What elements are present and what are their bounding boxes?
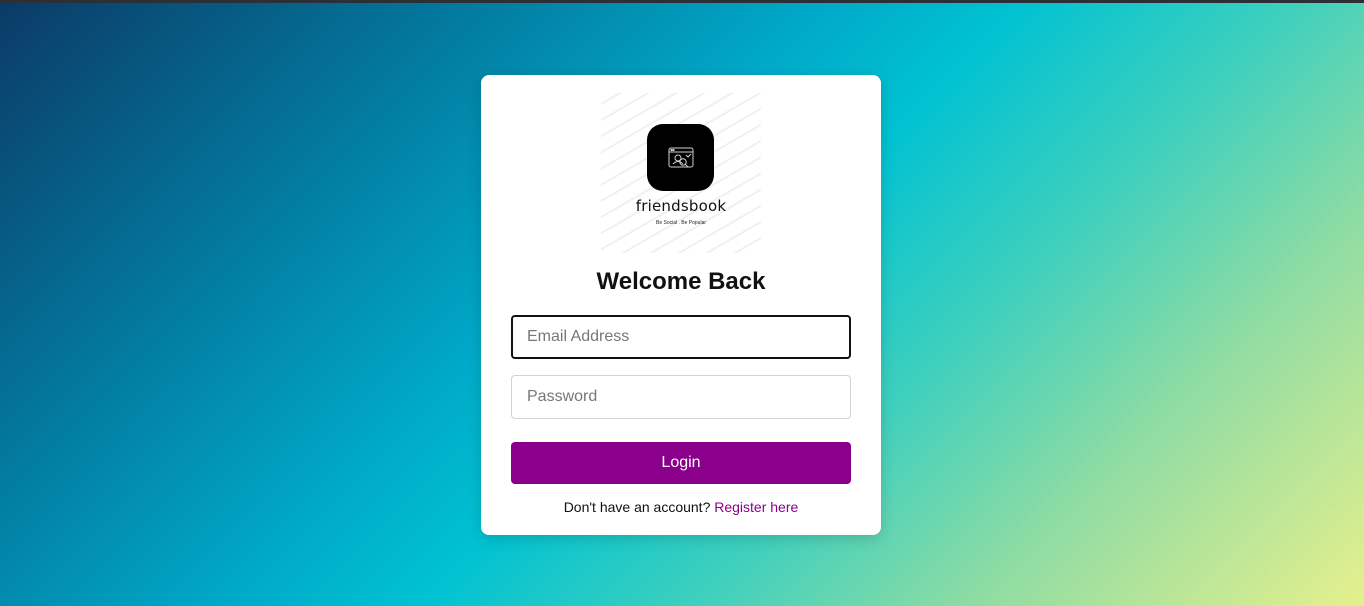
browser-user-icon — [668, 147, 693, 167]
login-button[interactable]: Login — [511, 442, 851, 484]
page-title: Welcome Back — [596, 268, 766, 295]
top-bar — [0, 0, 1364, 3]
login-card: friendsbook Be Social . Be Popular Welco… — [481, 75, 881, 535]
brand-tagline: Be Social . Be Popular — [655, 220, 707, 226]
app-icon — [647, 124, 714, 191]
password-field[interactable] — [511, 375, 851, 419]
register-prompt-line: Don't have an account? Register here — [481, 499, 881, 515]
email-field[interactable] — [511, 315, 851, 359]
register-link[interactable]: Register here — [714, 499, 798, 515]
brand-logo: friendsbook Be Social . Be Popular — [601, 93, 761, 253]
brand-name: friendsbook — [635, 197, 727, 215]
register-prompt: Don't have an account? — [563, 499, 711, 515]
